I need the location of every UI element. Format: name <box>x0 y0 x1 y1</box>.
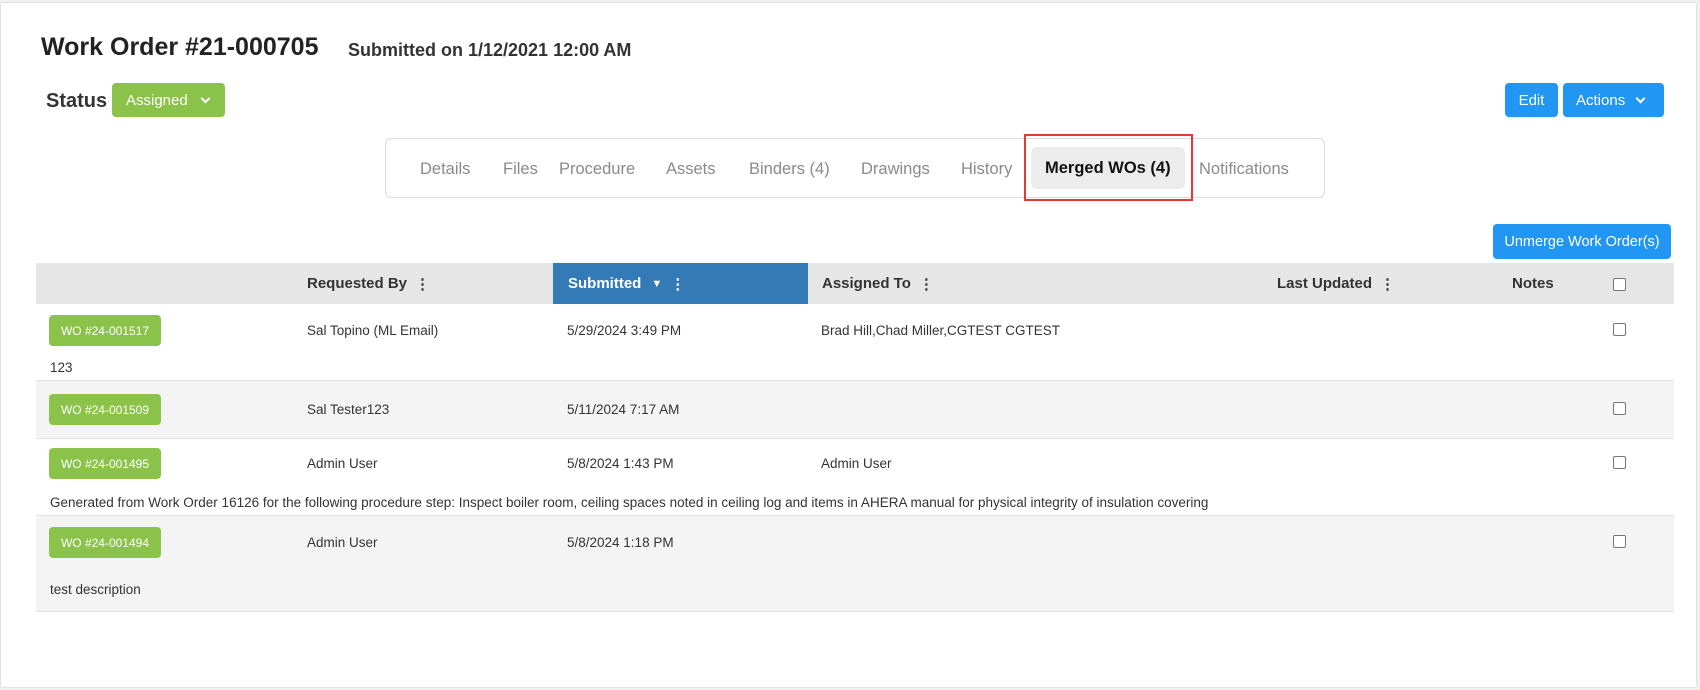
sort-down-icon: ▼ <box>651 277 663 290</box>
submitted-date: Submitted on 1/12/2021 12:00 AM <box>348 40 632 60</box>
submitted-cell: 5/29/2024 3:49 PM <box>567 323 682 338</box>
table-row: WO #24-001509 Sal Tester123 5/11/2024 7:… <box>36 381 1674 439</box>
tab-procedure[interactable]: Procedure <box>559 160 635 179</box>
status-dropdown[interactable]: Assigned <box>112 83 225 117</box>
submitted-cell: 5/8/2024 1:43 PM <box>567 456 674 471</box>
active-tab-highlight <box>1024 134 1193 201</box>
column-header-notes: Notes <box>1512 275 1554 292</box>
row-checkbox[interactable] <box>1613 535 1626 548</box>
work-order-link[interactable]: WO #24-001509 <box>49 394 161 425</box>
table-row: WO #24-001495 Admin User 5/8/2024 1:43 P… <box>36 439 1674 516</box>
requested-by-cell: Sal Tester123 <box>307 402 390 417</box>
status-label: Status <box>46 90 108 112</box>
actions-dropdown-button[interactable]: Actions <box>1563 83 1664 117</box>
row-checkbox[interactable] <box>1613 402 1626 415</box>
kebab-menu-icon[interactable]: ⋮ <box>670 275 685 293</box>
page-title: Work Order #21-000705 <box>41 33 319 61</box>
table-row: WO #24-001517 Sal Topino (ML Email) 5/29… <box>36 304 1674 381</box>
kebab-menu-icon[interactable]: ⋮ <box>1380 275 1395 293</box>
tab-files[interactable]: Files <box>503 160 538 179</box>
tab-notifications[interactable]: Notifications <box>1199 160 1289 179</box>
row-checkbox[interactable] <box>1613 456 1626 469</box>
column-header-submitted[interactable]: Submitted ▼ ⋮ <box>553 263 808 304</box>
column-header-last-updated[interactable]: Last Updated ⋮ <box>1277 263 1395 304</box>
column-header-assigned-to[interactable]: Assigned To ⋮ <box>822 263 934 304</box>
work-order-link[interactable]: WO #24-001517 <box>49 315 161 346</box>
status-value: Assigned <box>126 91 188 109</box>
tab-details[interactable]: Details <box>420 160 470 179</box>
chevron-down-icon <box>1635 93 1646 103</box>
table-header: Requested By ⋮ Submitted ▼ ⋮ Assigned To ⋮ L… <box>36 263 1674 304</box>
column-header-requested-by[interactable]: Requested By ⋮ <box>307 263 430 304</box>
submitted-cell: 5/8/2024 1:18 PM <box>567 535 674 550</box>
select-all-checkbox[interactable] <box>1613 278 1626 291</box>
row-checkbox[interactable] <box>1613 323 1626 336</box>
submitted-cell: 5/11/2024 7:17 AM <box>567 402 680 417</box>
requested-by-cell: Admin User <box>307 535 378 550</box>
work-order-link[interactable]: WO #24-001495 <box>49 448 161 479</box>
work-order-description: test description <box>50 582 141 597</box>
assigned-to-cell: Admin User <box>821 456 892 471</box>
edit-button[interactable]: Edit <box>1505 83 1558 117</box>
tab-assets[interactable]: Assets <box>666 160 716 179</box>
actions-label: Actions <box>1576 91 1626 109</box>
kebab-menu-icon[interactable]: ⋮ <box>415 275 430 293</box>
table-row: WO #24-001494 Admin User 5/8/2024 1:18 P… <box>36 516 1674 612</box>
unmerge-work-orders-button[interactable]: Unmerge Work Order(s) <box>1493 224 1671 259</box>
work-order-link[interactable]: WO #24-001494 <box>49 527 161 558</box>
requested-by-cell: Sal Topino (ML Email) <box>307 323 439 338</box>
requested-by-cell: Admin User <box>307 456 378 471</box>
chevron-down-icon <box>200 93 211 103</box>
work-order-description: Generated from Work Order 16126 for the … <box>50 495 1209 510</box>
work-order-card: Work Order #21-000705 Submitted on 1/12/… <box>0 2 1697 688</box>
tab-binders[interactable]: Binders (4) <box>749 160 830 179</box>
work-order-description: 123 <box>50 360 73 375</box>
tab-history[interactable]: History <box>961 160 1012 179</box>
tab-drawings[interactable]: Drawings <box>861 160 930 179</box>
kebab-menu-icon[interactable]: ⋮ <box>919 275 934 293</box>
assigned-to-cell: Brad Hill,Chad Miller,CGTEST CGTEST <box>821 323 1061 338</box>
